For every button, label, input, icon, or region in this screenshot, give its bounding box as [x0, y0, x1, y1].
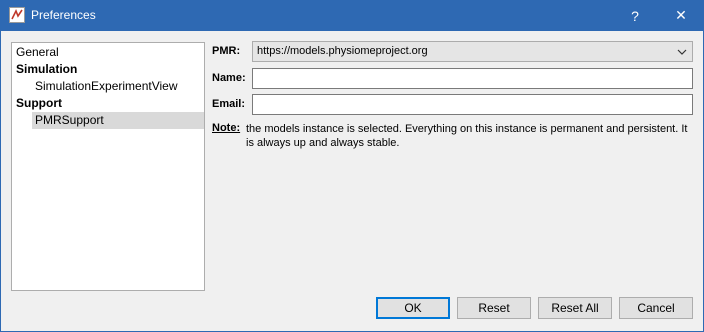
pmr-select[interactable]: https://models.physiomeproject.org: [252, 41, 693, 62]
window-border-left: [0, 31, 1, 332]
window-title: Preferences: [31, 8, 96, 22]
title-bar: Preferences ? ✕: [0, 0, 704, 31]
tree-item-pmrsupport[interactable]: PMRSupport: [32, 112, 204, 129]
tree-item-support[interactable]: Support: [16, 95, 204, 112]
help-button[interactable]: ?: [612, 0, 658, 31]
ok-button[interactable]: OK: [376, 297, 450, 319]
close-icon: ✕: [675, 7, 687, 23]
app-icon: [9, 7, 25, 23]
chevron-down-icon: [677, 49, 687, 55]
reset-all-button[interactable]: Reset All: [538, 297, 612, 319]
pmr-label: PMR:: [212, 45, 241, 57]
email-label: Email:: [212, 98, 246, 110]
pmr-select-value: https://models.physiomeproject.org: [257, 45, 428, 57]
tree-item-simulation[interactable]: Simulation: [16, 61, 204, 78]
preferences-tree[interactable]: General Simulation SimulationExperimentV…: [11, 42, 205, 291]
email-field[interactable]: [252, 94, 693, 115]
tree-item-general[interactable]: General: [16, 44, 204, 61]
cancel-button[interactable]: Cancel: [619, 297, 693, 319]
name-label: Name:: [212, 72, 246, 84]
close-button[interactable]: ✕: [658, 0, 704, 31]
name-field[interactable]: [252, 68, 693, 89]
reset-button[interactable]: Reset: [457, 297, 531, 319]
note-text: the models instance is selected. Everyth…: [246, 123, 688, 149]
note-label: Note:: [212, 122, 241, 134]
help-icon: ?: [631, 7, 639, 24]
tree-item-simulationexperimentview[interactable]: SimulationExperimentView: [35, 78, 204, 95]
